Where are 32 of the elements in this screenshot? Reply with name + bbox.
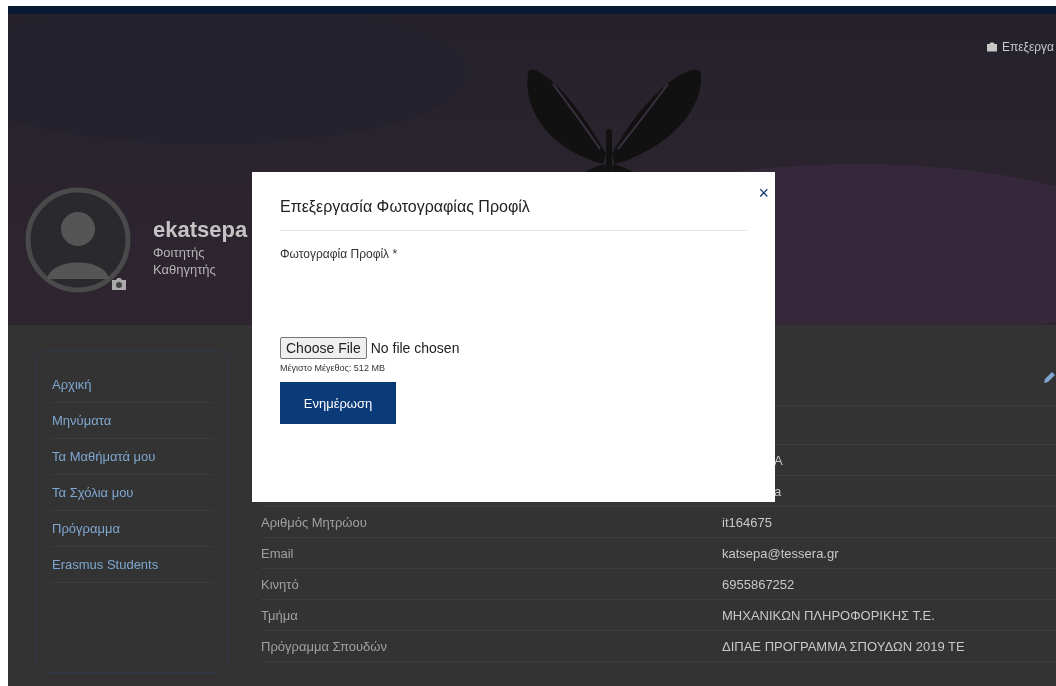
user-role: Καθηγητής — [153, 262, 217, 277]
sidebar-item[interactable]: Μηνύματα — [52, 403, 212, 439]
sidebar-item[interactable]: Erasmus Students — [52, 547, 212, 583]
field-value: it164675 — [722, 514, 772, 530]
field-value: ΜΗΧΑΝΙΚΩΝ ΠΛΗΡΟΦΟΡΙΚΗΣ Τ.Ε. — [722, 607, 935, 623]
camera-icon — [985, 42, 998, 52]
close-button[interactable]: × — [758, 184, 769, 202]
field-label: Email — [261, 545, 295, 561]
pencil-icon[interactable] — [1043, 371, 1056, 384]
field-label: Πρόγραμμα Σπουδών — [261, 638, 388, 654]
field-value: 6955867252 — [722, 576, 795, 592]
field-value: ΔΙΠΑΕ ΠΡΟΓΡΑΜΜΑ ΣΠΟΥΔΩΝ 2019 ΤΕ — [722, 638, 965, 654]
edit-cover-button[interactable]: Επεξεργα — [985, 40, 1054, 54]
size-hint: Μέγιστο Μέγεθος: 512 MB — [280, 363, 386, 373]
sidebar-item[interactable]: Αρχική — [52, 367, 212, 403]
sidebar-item[interactable]: Τα Μαθήματά μου — [52, 439, 212, 475]
field-value: A — [774, 452, 783, 468]
modal-title: Επεξεργασία Φωτογραφίας Προφίλ — [280, 198, 530, 216]
field-label: Αριθμός Μητρώου — [261, 514, 368, 530]
user-role: Φοιτητής — [153, 245, 206, 260]
update-button[interactable]: Ενημέρωση — [280, 382, 396, 424]
choose-file-button[interactable]: Choose File — [280, 337, 367, 359]
field-value: a — [774, 483, 782, 499]
sidebar-item[interactable]: Πρόγραμμα — [52, 511, 212, 547]
field-label: Κινητό — [261, 576, 300, 592]
camera-icon[interactable] — [111, 277, 127, 291]
sidebar-item[interactable]: Τα Σχόλια μου — [52, 475, 212, 511]
field-value: katsepa@tessera.gr — [722, 545, 839, 561]
field-label: Τμήμα — [261, 607, 299, 623]
username: ekatsepa — [153, 217, 248, 243]
field-label: Φωτογραφία Προφίλ * — [280, 247, 399, 261]
file-status: No file chosen — [370, 340, 460, 356]
